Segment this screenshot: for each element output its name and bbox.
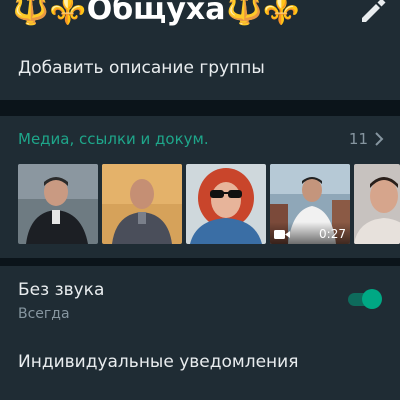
group-header: 🔱⚜️Общуха🔱⚜️ — [0, 0, 400, 42]
video-camera-icon — [274, 230, 290, 239]
add-description-text: Добавить описание группы — [18, 58, 265, 78]
mute-row[interactable]: Без звука Всегда — [0, 266, 400, 332]
media-count[interactable]: 11 — [349, 130, 368, 148]
media-section: Медиа, ссылки и докум. 11 0:27 — [0, 116, 400, 258]
settings-section: Без звука Всегда Индивидуальные уведомле… — [0, 266, 400, 400]
mute-toggle[interactable] — [346, 288, 384, 310]
video-overlay: 0:27 — [270, 222, 350, 244]
video-duration: 0:27 — [319, 227, 346, 241]
media-links-docs-label[interactable]: Медиа, ссылки и докум. — [18, 130, 209, 148]
media-thumbnail[interactable] — [18, 164, 98, 244]
pencil-icon[interactable] — [356, 0, 388, 26]
section-divider — [0, 100, 400, 116]
media-thumbnail-video[interactable]: 0:27 — [270, 164, 350, 244]
chevron-right-icon[interactable] — [374, 132, 384, 146]
toggle-knob — [362, 289, 382, 309]
custom-notifications-row[interactable]: Индивидуальные уведомления — [0, 340, 400, 396]
mute-title: Без звука — [18, 280, 105, 300]
description-row[interactable]: Добавить описание группы — [0, 42, 400, 100]
custom-notifications-title: Индивидуальные уведомления — [18, 352, 299, 372]
media-thumbnail[interactable] — [354, 164, 400, 244]
media-thumbnail[interactable] — [102, 164, 182, 244]
mute-subtitle: Всегда — [18, 306, 70, 322]
section-divider — [0, 258, 400, 266]
group-title: 🔱⚜️Общуха🔱⚜️ — [12, 0, 301, 27]
media-thumbnail[interactable] — [186, 164, 266, 244]
